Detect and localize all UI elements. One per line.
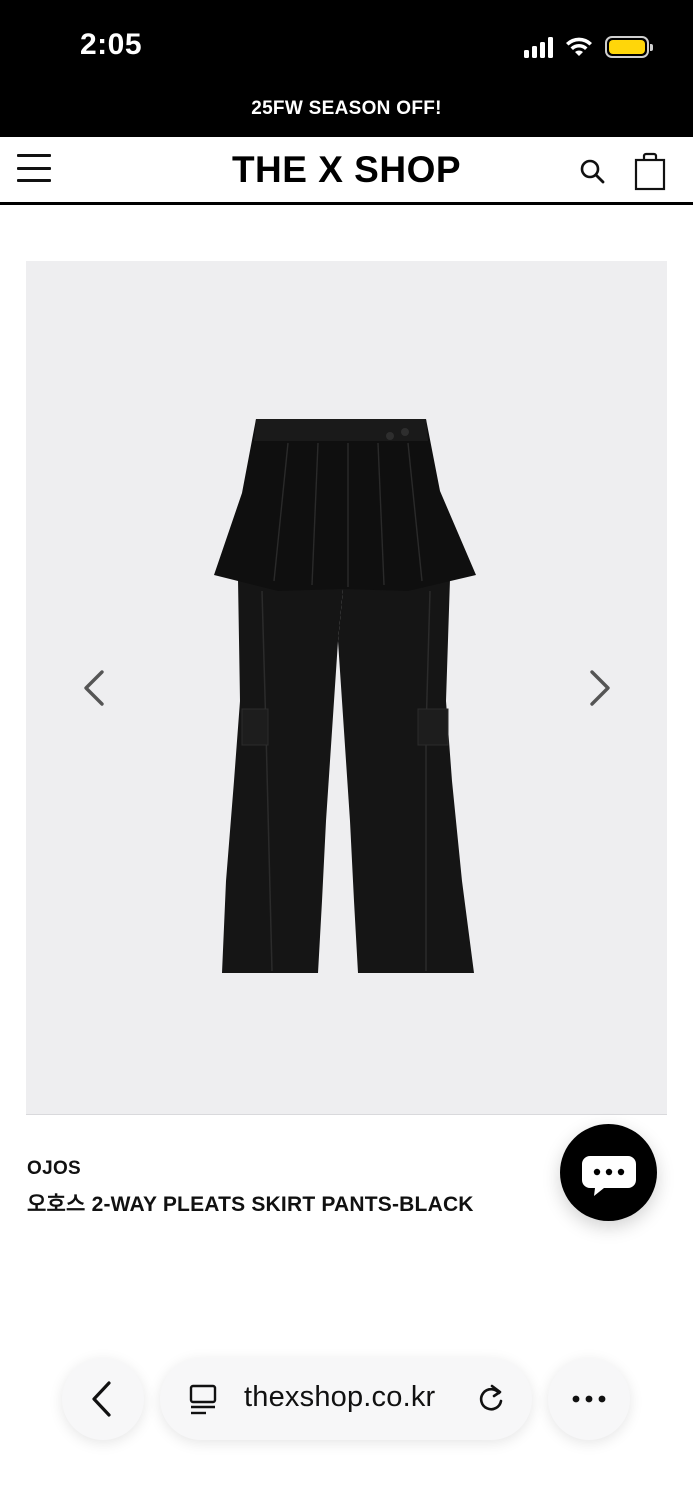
reader-mode-icon[interactable] [188, 1382, 218, 1416]
url-text: thexshop.co.kr [244, 1381, 436, 1413]
top-bar: 2:05 25FW SEASON OFF! [0, 0, 693, 137]
more-button[interactable] [548, 1358, 630, 1440]
product-brand[interactable]: OJOS [27, 1158, 81, 1180]
chevron-left-icon[interactable] [78, 666, 112, 710]
battery-icon [605, 36, 653, 58]
chevron-right-icon[interactable] [582, 666, 616, 710]
reload-icon[interactable] [475, 1381, 507, 1415]
shopping-bag-icon[interactable] [633, 151, 667, 191]
status-icons [524, 30, 653, 64]
more-icon [572, 1395, 606, 1403]
hamburger-icon[interactable] [17, 154, 51, 182]
browser-back-button[interactable] [62, 1358, 144, 1440]
cellular-signal-icon [524, 36, 553, 58]
chevron-left-icon [92, 1381, 111, 1417]
status-time: 2:05 [80, 28, 143, 61]
product-name: 오호스 2-WAY PLEATS SKIRT PANTS-BLACK [27, 1193, 474, 1216]
site-header: THE X SHOP [0, 137, 693, 205]
product-image [214, 419, 476, 973]
product-gallery[interactable] [26, 261, 667, 1115]
promo-banner[interactable]: 25FW SEASON OFF! [0, 98, 693, 120]
search-icon[interactable] [578, 157, 606, 185]
browser-toolbar: thexshop.co.kr [0, 1340, 693, 1500]
chat-button[interactable] [560, 1124, 657, 1221]
wifi-icon [566, 37, 592, 56]
address-bar[interactable]: thexshop.co.kr [160, 1358, 532, 1440]
chat-bubble-icon [582, 1156, 636, 1196]
